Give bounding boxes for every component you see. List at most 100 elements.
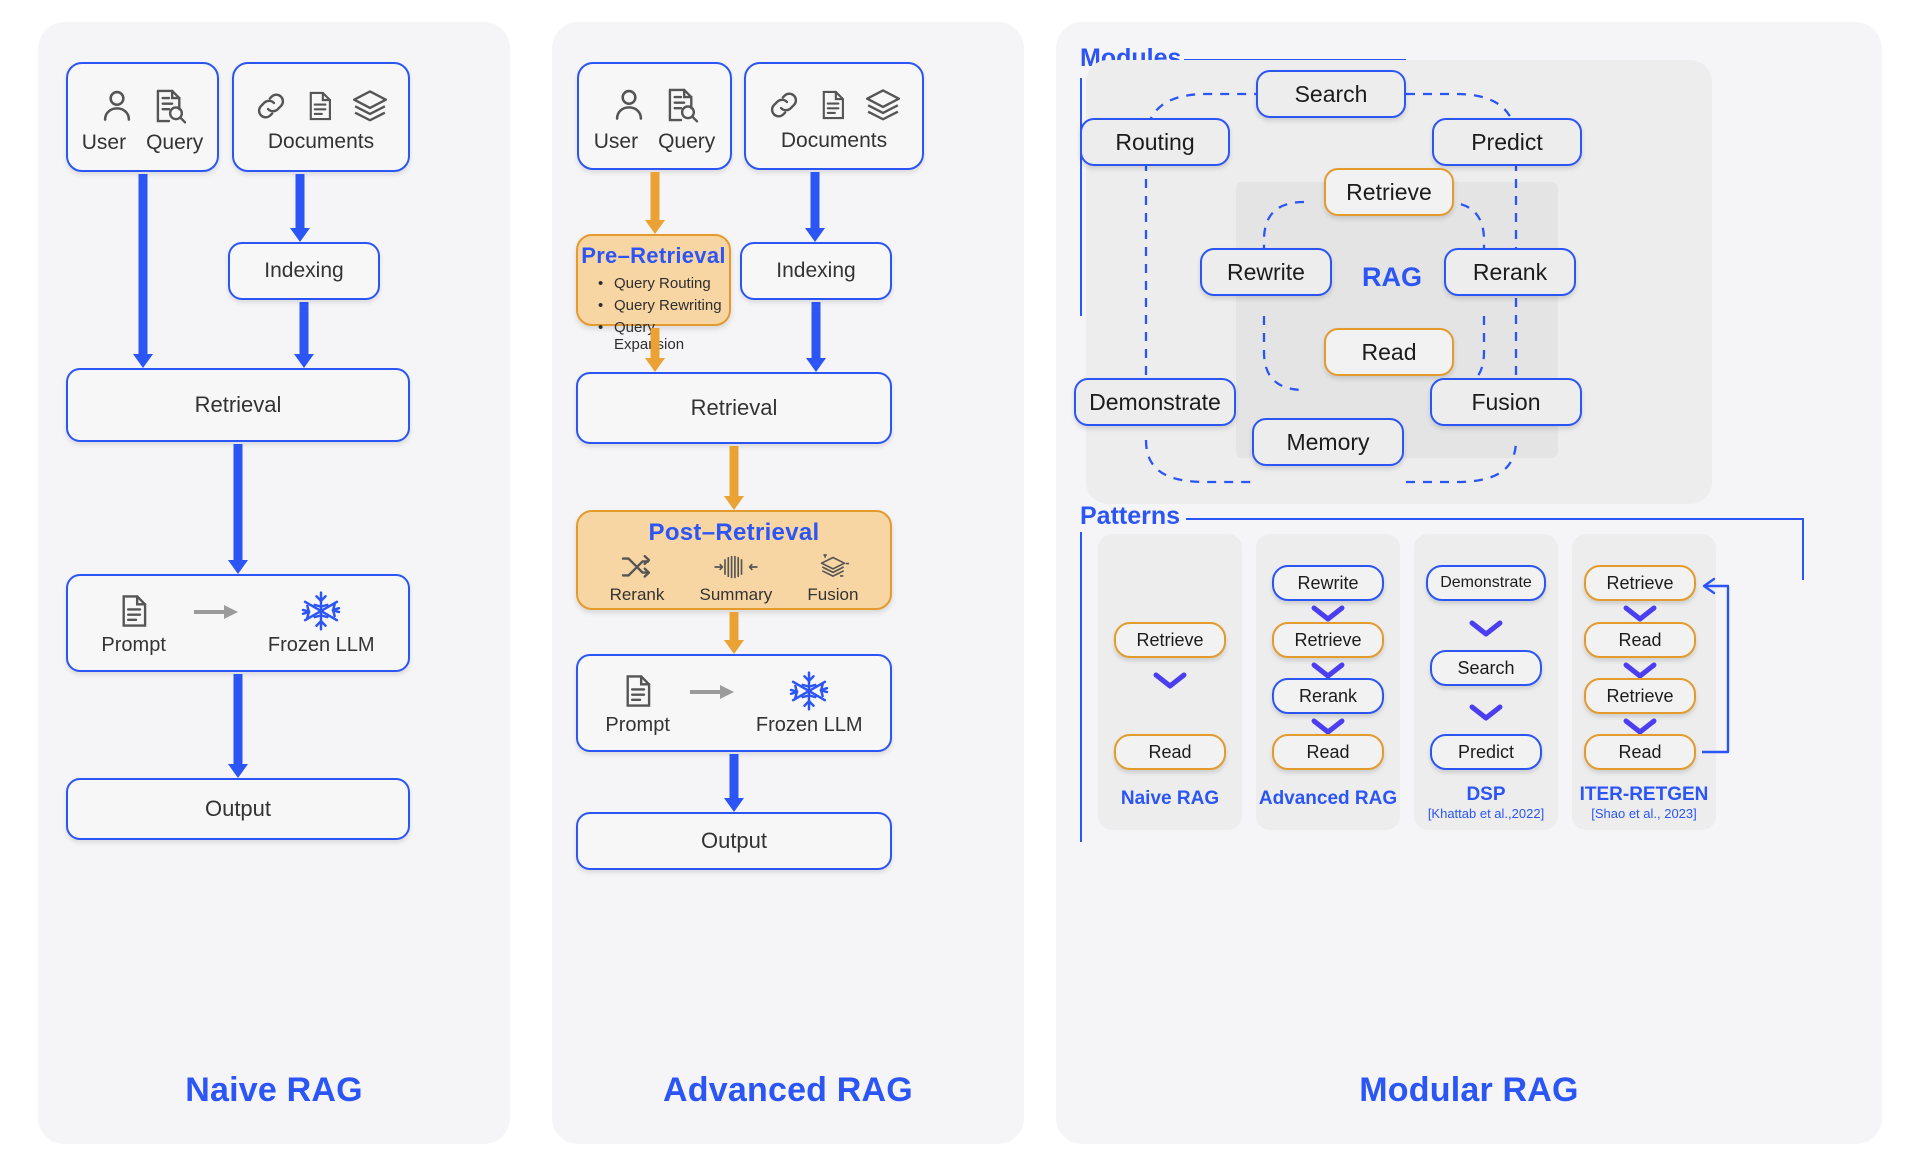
module-demonstrate: Demonstrate (1074, 378, 1236, 426)
arrow-generation-to-output (228, 674, 248, 778)
pattern-step-retrieve: Retrieve (1272, 622, 1384, 658)
pill-label: Retrieve (1136, 629, 1204, 650)
arrow-indexing-to-retrieval (294, 302, 314, 368)
module-memory: Memory (1252, 418, 1404, 466)
module-label: Memory (1286, 428, 1370, 455)
stage-pre-retrieval: Pre–Retrieval Query Routing Query Rewrit… (576, 234, 731, 353)
link-icon (766, 85, 802, 125)
icon-row (253, 86, 389, 126)
pill-label: Rewrite (1297, 572, 1359, 593)
arrow-query-to-pre-retrieval (645, 172, 665, 234)
label-row: Documents (268, 130, 374, 154)
user-icon (98, 85, 136, 127)
pill-label: Predict (1457, 741, 1515, 762)
layers-icon (864, 85, 902, 125)
post-retrieval-title: Post–Retrieval (648, 519, 820, 546)
module-search: Search (1256, 70, 1406, 118)
pattern-step-demonstrate: Demonstrate (1426, 565, 1546, 601)
arrow-documents-to-indexing (290, 174, 310, 242)
pattern-chevron (1623, 605, 1657, 622)
module-label: Search (1294, 80, 1368, 107)
arrow-pre-retrieval-to-retrieval (645, 328, 665, 372)
pill-label: Read (1618, 629, 1662, 650)
source-label-user: User (81, 131, 127, 154)
module-label: Retrieve (1346, 178, 1432, 205)
module-label: Read (1361, 338, 1417, 365)
module-label: Rerank (1472, 258, 1548, 285)
document-icon (303, 86, 337, 126)
module-predict: Predict (1432, 118, 1582, 166)
generation-label-prompt: Prompt (101, 633, 166, 656)
arrow-documents-to-indexing (805, 172, 825, 242)
pattern-cite-dsp: [Khattab et al.,2022] (1427, 806, 1545, 821)
pill-label: Read (1306, 741, 1350, 762)
bracket-patterns-left (1080, 532, 1082, 842)
pill-label: Read (1148, 741, 1192, 762)
arrow-retrieval-to-generation (228, 444, 248, 574)
icon-row (766, 85, 902, 125)
pattern-caption-naive: Naive RAG (1120, 788, 1220, 809)
pre-retrieval-item: Query Routing (598, 275, 729, 292)
advanced-source-documents: Documents (744, 62, 924, 170)
diagram-canvas: User Query Documents Indexing Retrieval … (0, 0, 1920, 1168)
shuffle-icon (620, 553, 654, 581)
module-label: Demonstrate (1089, 388, 1221, 415)
section-rule-patterns (1186, 518, 1802, 520)
node-indexing: Indexing (228, 242, 380, 300)
compress-icon (714, 553, 758, 581)
node-generation: Prompt Frozen LLM (576, 654, 892, 752)
pill-label: Search (1457, 657, 1515, 678)
right-arrow-icon (689, 683, 736, 701)
pill-label: Retrieve (1606, 685, 1674, 706)
icon-row (610, 84, 700, 126)
query-doc-search-icon (662, 84, 700, 126)
post-item-label: Summary (699, 585, 773, 604)
pattern-chevron (1469, 620, 1503, 637)
panel-title-advanced: Advanced RAG (663, 1071, 913, 1109)
pattern-chevron (1469, 704, 1503, 721)
node-label: Indexing (264, 259, 344, 282)
source-label-user: User (593, 130, 639, 153)
panel-advanced-rag: User Query Documents Pre–Retrieval • Que… (552, 22, 1024, 1144)
naive-source-documents: Documents (232, 62, 410, 172)
section-label-patterns: Patterns (1080, 502, 1181, 530)
pill-label: Rerank (1298, 685, 1358, 706)
module-label: Rewrite (1227, 258, 1305, 285)
pre-retrieval-item: Query Expansion (598, 319, 729, 353)
bracket-patterns-right (1802, 518, 1804, 580)
pattern-chevron (1311, 605, 1345, 622)
pattern-cite-iter-retgen: [Shao et al., 2023] (1591, 806, 1697, 821)
pattern-step-rerank: Rerank (1272, 678, 1384, 714)
module-label: Routing (1115, 128, 1195, 155)
pattern-caption-advanced: Advanced RAG (1258, 788, 1398, 809)
source-label-documents: Documents (780, 129, 888, 152)
layers-icon (351, 86, 389, 126)
panel-title-naive: Naive RAG (185, 1071, 363, 1109)
module-label: Fusion (1471, 388, 1541, 415)
node-output: Output (66, 778, 410, 840)
generation-label-llm: Frozen LLM (755, 713, 863, 736)
arrow-post-retrieval-to-generation (724, 612, 744, 654)
stage-post-retrieval: Post–Retrieval Rerank Summary Fusion (576, 510, 892, 610)
post-item-summary: Summary (699, 553, 773, 605)
node-label: Retrieval (690, 395, 778, 420)
node-generation: Prompt Frozen LLM (66, 574, 410, 672)
query-doc-search-icon (150, 85, 188, 127)
post-item-label: Rerank (609, 585, 665, 604)
post-item-fusion: Fusion (807, 553, 858, 605)
pattern-step-read: Read (1272, 734, 1384, 770)
pattern-chevron (1153, 672, 1187, 689)
node-retrieval: Retrieval (576, 372, 892, 444)
node-retrieval: Retrieval (66, 368, 410, 442)
post-item-rerank: Rerank (609, 553, 665, 605)
prompt-doc-icon (115, 590, 153, 632)
node-label: Indexing (776, 259, 856, 282)
right-arrow-icon (193, 603, 240, 621)
label-row: Documents (781, 129, 887, 153)
pattern-step-read: Read (1114, 734, 1226, 770)
pill-label: Retrieve (1294, 629, 1362, 650)
snowflake-icon (788, 670, 830, 712)
post-retrieval-icons: Rerank Summary Fusion (578, 553, 890, 605)
link-icon (253, 86, 289, 126)
pattern-loop-arrow (1702, 577, 1730, 754)
